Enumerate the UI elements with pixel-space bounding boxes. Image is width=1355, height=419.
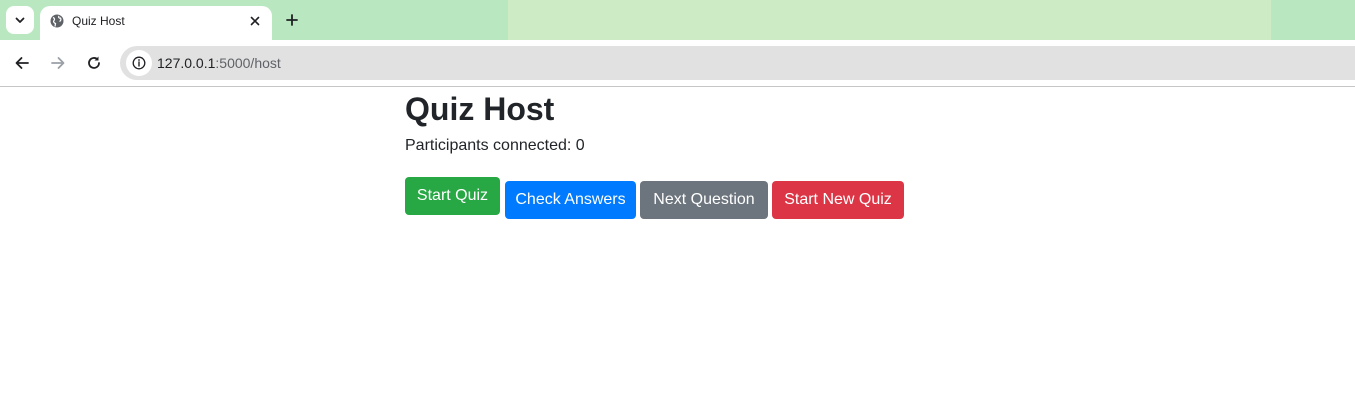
close-icon <box>250 16 260 26</box>
url-path: :5000/host <box>215 55 281 71</box>
address-bar[interactable]: 127.0.0.1:5000/host <box>120 46 1355 80</box>
chevron-down-icon <box>15 17 25 23</box>
site-info-button[interactable] <box>126 50 152 76</box>
tab-search-button[interactable] <box>6 6 34 34</box>
forward-button[interactable] <box>46 51 70 75</box>
url-host: 127.0.0.1 <box>157 55 216 71</box>
browser-toolbar: 127.0.0.1:5000/host <box>0 40 1355 87</box>
next-question-button[interactable]: Next Question <box>640 181 768 219</box>
back-button[interactable] <box>10 51 34 75</box>
new-tab-button[interactable] <box>279 7 305 33</box>
browser-tab-strip: Quiz Host <box>0 0 1355 40</box>
check-answers-button[interactable]: Check Answers <box>505 181 636 219</box>
participants-count: Participants connected: 0 <box>405 137 585 154</box>
globe-icon <box>50 14 64 28</box>
browser-tab[interactable]: Quiz Host <box>40 6 272 40</box>
start-quiz-button[interactable]: Start Quiz <box>405 177 500 215</box>
page-title: Quiz Host <box>405 91 555 127</box>
tab-strip-band <box>508 0 1271 40</box>
url-text: 127.0.0.1:5000/host <box>157 55 281 71</box>
plus-icon <box>286 14 298 26</box>
arrow-right-icon <box>51 57 65 69</box>
start-new-quiz-button[interactable]: Start New Quiz <box>772 181 904 219</box>
tab-close-button[interactable] <box>246 12 264 30</box>
tab-title: Quiz Host <box>72 14 125 28</box>
info-icon <box>132 56 146 70</box>
reload-icon <box>88 56 100 69</box>
reload-button[interactable] <box>82 51 106 75</box>
arrow-left-icon <box>15 57 29 69</box>
